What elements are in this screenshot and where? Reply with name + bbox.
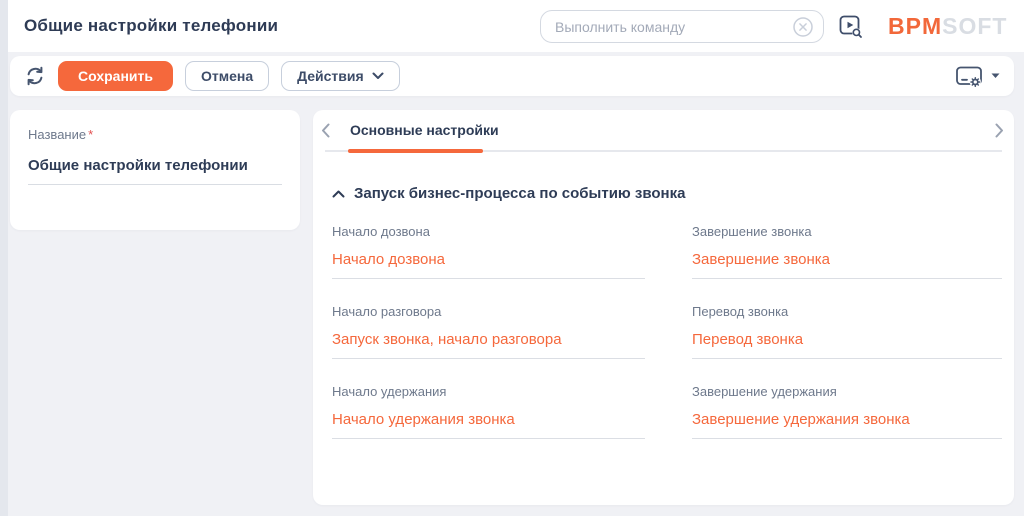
tab-main-settings[interactable]: Основные настройки [350,122,499,138]
lookup-value[interactable]: Перевод звонка [692,331,1002,359]
lookup-value[interactable]: Запуск звонка, начало разговора [332,331,645,359]
name-field-label: Название * [28,127,94,142]
field-call-start: Начало дозвона Начало дозвона [332,224,645,279]
lookup-value[interactable]: Начало удержания звонка [332,411,645,439]
required-marker: * [88,127,94,142]
main-content-card: Основные настройки Запуск бизнес-процесс… [313,110,1014,505]
lookup-value[interactable]: Завершение удержания звонка [692,411,1002,439]
lookup-value[interactable]: Начало дозвона [332,251,645,279]
active-tab-indicator [348,149,483,153]
page-title: Общие настройки телефонии [24,16,279,35]
save-button[interactable]: Сохранить [58,61,173,91]
top-header: Общие настройки телефонии BPMSOFT [8,0,1024,52]
cancel-button[interactable]: Отмена [184,61,270,91]
field-call-end: Завершение звонка Завершение звонка [692,224,1002,279]
chevron-down-icon [372,72,384,79]
command-bar[interactable] [540,10,824,43]
actions-button[interactable]: Действия [281,61,400,91]
toolbar: Сохранить Отмена Действия [10,56,1014,96]
section-title: Запуск бизнес-процесса по событию звонка [354,185,686,202]
field-hold-end: Завершение удержания Завершение удержани… [692,384,1002,439]
bpmsoft-logo: BPM SOFT [888,0,1007,52]
command-input[interactable] [555,18,792,35]
field-talk-start: Начало разговора Запуск звонка, начало р… [332,304,645,359]
tabs-divider [325,149,1002,153]
name-field-input[interactable]: Общие настройки телефонии [28,157,282,185]
left-edge-strip [0,0,8,516]
view-settings-icon[interactable] [953,63,984,89]
actions-button-label: Действия [297,68,364,84]
tabs-row: Основные настройки [313,110,1014,150]
field-call-transfer: Перевод звонка Перевод звонка [692,304,1002,359]
record-card: Название * Общие настройки телефонии [10,110,300,230]
tabs-next-icon[interactable] [995,123,1004,138]
clear-icon[interactable] [792,16,814,38]
fields-grid: Начало дозвона Начало дозвона Завершение… [332,224,1002,439]
view-settings-caret-icon[interactable] [991,73,1000,79]
field-hold-start: Начало удержания Начало удержания звонка [332,384,645,439]
lookup-value[interactable]: Завершение звонка [692,251,1002,279]
logo-bpm-text: BPM [888,12,943,39]
section-call-events[interactable]: Запуск бизнес-процесса по событию звонка [332,184,1014,204]
tabs-prev-icon[interactable] [321,123,330,138]
chevron-up-icon [332,190,345,198]
run-process-icon[interactable] [837,13,864,40]
logo-soft-text: SOFT [942,12,1008,39]
refresh-icon[interactable] [24,65,46,87]
